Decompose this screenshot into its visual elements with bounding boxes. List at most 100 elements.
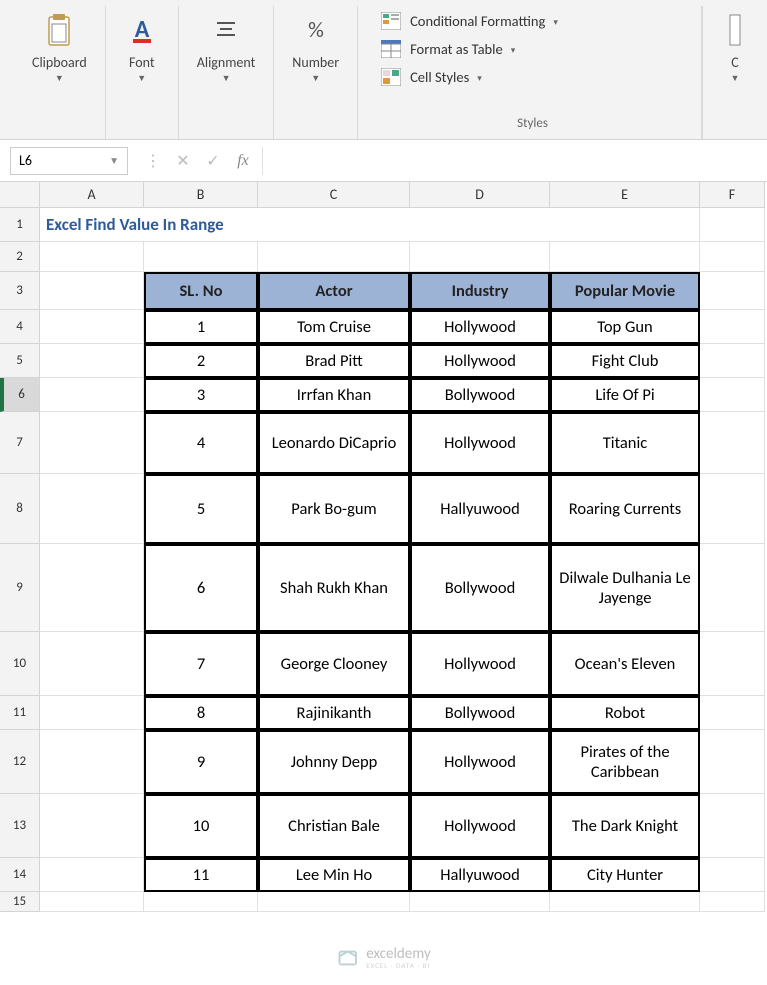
- table-cell[interactable]: Pirates of the Caribbean: [550, 730, 700, 794]
- cell[interactable]: [40, 474, 144, 544]
- cell[interactable]: [40, 310, 144, 344]
- table-header[interactable]: Popular Movie: [550, 272, 700, 310]
- cell[interactable]: [40, 344, 144, 378]
- table-cell[interactable]: Bollywood: [410, 378, 550, 412]
- paste-button[interactable]: Clipboard ▼: [24, 8, 95, 88]
- cell[interactable]: [700, 730, 765, 794]
- row-header[interactable]: 14: [0, 858, 40, 892]
- cell[interactable]: [700, 310, 765, 344]
- row-header[interactable]: 10: [0, 632, 40, 696]
- table-cell[interactable]: 3: [144, 378, 258, 412]
- select-all-corner[interactable]: [0, 182, 40, 208]
- row-header[interactable]: 4: [0, 310, 40, 344]
- table-cell[interactable]: Irrfan Khan: [258, 378, 410, 412]
- table-cell[interactable]: 11: [144, 858, 258, 892]
- font-button[interactable]: A Font ▼: [116, 8, 168, 88]
- table-cell[interactable]: Hallyuwood: [410, 858, 550, 892]
- cell[interactable]: [258, 892, 410, 912]
- row-header[interactable]: 9: [0, 544, 40, 632]
- row-header[interactable]: 15: [0, 892, 40, 912]
- row-header[interactable]: 5: [0, 344, 40, 378]
- cell[interactable]: [700, 858, 765, 892]
- table-cell[interactable]: Life Of Pi: [550, 378, 700, 412]
- table-cell[interactable]: Hollywood: [410, 412, 550, 474]
- col-header[interactable]: B: [144, 182, 258, 208]
- format-as-table-button[interactable]: Format as Table ▾: [374, 36, 691, 62]
- side-button[interactable]: C ▼: [709, 8, 761, 88]
- col-header[interactable]: F: [700, 182, 765, 208]
- cell[interactable]: [410, 892, 550, 912]
- cell[interactable]: [700, 272, 765, 310]
- table-cell[interactable]: 4: [144, 412, 258, 474]
- cell[interactable]: [40, 858, 144, 892]
- row-header[interactable]: 1: [0, 208, 40, 242]
- row-header[interactable]: 3: [0, 272, 40, 310]
- cell[interactable]: [550, 242, 700, 272]
- name-box[interactable]: L6 ▼: [10, 147, 128, 175]
- cell[interactable]: [550, 892, 700, 912]
- cell[interactable]: [700, 892, 765, 912]
- cell[interactable]: [40, 242, 144, 272]
- row-header[interactable]: 8: [0, 474, 40, 544]
- cell[interactable]: [700, 544, 765, 632]
- table-cell[interactable]: Tom Cruise: [258, 310, 410, 344]
- table-cell[interactable]: Bollywood: [410, 544, 550, 632]
- table-cell[interactable]: Lee Min Ho: [258, 858, 410, 892]
- col-header[interactable]: C: [258, 182, 410, 208]
- table-cell[interactable]: Hollywood: [410, 632, 550, 696]
- table-cell[interactable]: Roaring Currents: [550, 474, 700, 544]
- row-header[interactable]: 2: [0, 242, 40, 272]
- table-cell[interactable]: Hollywood: [410, 794, 550, 858]
- cell[interactable]: [40, 632, 144, 696]
- row-header[interactable]: 11: [0, 696, 40, 730]
- table-cell[interactable]: 5: [144, 474, 258, 544]
- table-cell[interactable]: Titanic: [550, 412, 700, 474]
- table-header[interactable]: Actor: [258, 272, 410, 310]
- formula-input[interactable]: [263, 147, 767, 175]
- number-button[interactable]: % Number ▼: [284, 8, 347, 88]
- cell[interactable]: [700, 344, 765, 378]
- col-header[interactable]: E: [550, 182, 700, 208]
- cell[interactable]: [40, 892, 144, 912]
- cell[interactable]: [40, 730, 144, 794]
- table-cell[interactable]: Hollywood: [410, 730, 550, 794]
- cell[interactable]: [40, 544, 144, 632]
- cell[interactable]: [40, 412, 144, 474]
- confirm-button[interactable]: ✓: [198, 147, 228, 175]
- table-cell[interactable]: Park Bo-gum: [258, 474, 410, 544]
- table-cell[interactable]: George Clooney: [258, 632, 410, 696]
- cancel-button[interactable]: ✕: [168, 147, 198, 175]
- table-cell[interactable]: The Dark Knight: [550, 794, 700, 858]
- table-cell[interactable]: 1: [144, 310, 258, 344]
- cell[interactable]: [700, 412, 765, 474]
- table-cell[interactable]: Fight Club: [550, 344, 700, 378]
- cell[interactable]: [700, 474, 765, 544]
- col-header[interactable]: A: [40, 182, 144, 208]
- cell[interactable]: [700, 696, 765, 730]
- table-cell[interactable]: 9: [144, 730, 258, 794]
- col-header[interactable]: D: [410, 182, 550, 208]
- cell[interactable]: [700, 208, 765, 242]
- table-cell[interactable]: Brad Pitt: [258, 344, 410, 378]
- table-cell[interactable]: 2: [144, 344, 258, 378]
- table-cell[interactable]: 8: [144, 696, 258, 730]
- title-cell[interactable]: Excel Find Value In Range: [40, 208, 700, 242]
- table-cell[interactable]: 6: [144, 544, 258, 632]
- cell[interactable]: [410, 242, 550, 272]
- table-cell[interactable]: Hollywood: [410, 310, 550, 344]
- row-header[interactable]: 6: [0, 378, 40, 412]
- row-header[interactable]: 13: [0, 794, 40, 858]
- cell[interactable]: [700, 794, 765, 858]
- table-cell[interactable]: Rajinikanth: [258, 696, 410, 730]
- table-cell[interactable]: City Hunter: [550, 858, 700, 892]
- row-header[interactable]: 12: [0, 730, 40, 794]
- conditional-formatting-button[interactable]: Conditional Formatting ▾: [374, 8, 691, 34]
- table-cell[interactable]: Top Gun: [550, 310, 700, 344]
- cell[interactable]: [144, 242, 258, 272]
- alignment-button[interactable]: Alignment ▼: [189, 8, 264, 88]
- cell[interactable]: [40, 272, 144, 310]
- table-cell[interactable]: Shah Rukh Khan: [258, 544, 410, 632]
- table-cell[interactable]: Christian Bale: [258, 794, 410, 858]
- table-cell[interactable]: 7: [144, 632, 258, 696]
- cell[interactable]: [700, 378, 765, 412]
